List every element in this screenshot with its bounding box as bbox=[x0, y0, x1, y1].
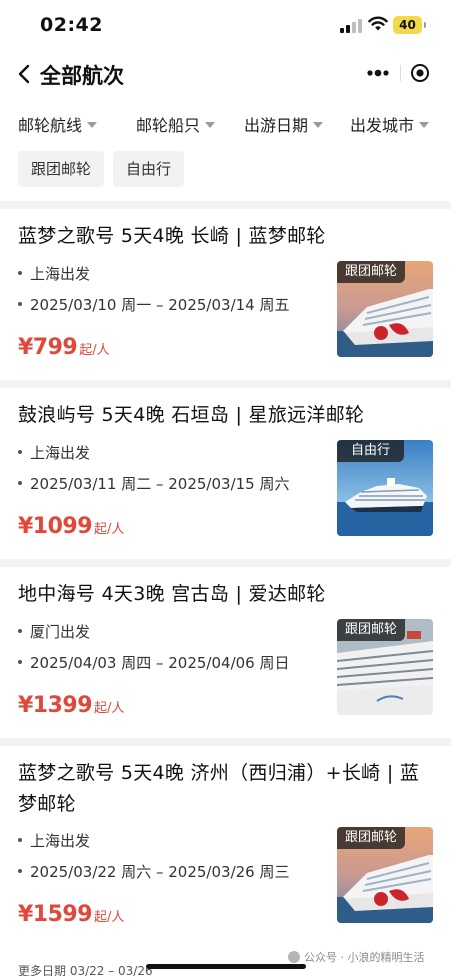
dates-text: 2025/04/03 周四 – 2025/04/06 周日 bbox=[30, 654, 290, 672]
dropdown-caret-icon bbox=[87, 121, 98, 128]
bullet-dot bbox=[18, 270, 22, 275]
dates-text: 2025/03/11 周二 – 2025/03/15 周六 bbox=[30, 475, 290, 493]
price-amount: ¥1599 bbox=[18, 902, 93, 927]
filter-travel-date[interactable]: 出游日期 bbox=[244, 112, 324, 136]
price-amount: ¥1099 bbox=[18, 514, 93, 539]
status-bar: 02:42 40 bbox=[0, 0, 451, 50]
dropdown-caret-icon bbox=[205, 121, 216, 128]
filter-departure-city[interactable]: 出发城市 bbox=[350, 112, 430, 136]
cruise-card[interactable]: 鼓浪屿号 5天4晚 石垣岛 | 星旅远洋邮轮 上海出发 2025/03/11 周… bbox=[0, 400, 451, 558]
departure-text: 厦门出发 bbox=[30, 623, 91, 641]
filter-bar: 邮轮航线 邮轮船只 出游日期 出发城市 bbox=[0, 108, 451, 140]
price-amount: ¥1399 bbox=[18, 693, 93, 718]
dropdown-caret-icon bbox=[419, 121, 430, 128]
home-indicator bbox=[146, 964, 306, 969]
departure-city: 上海出发 bbox=[18, 442, 90, 463]
bullet-dot bbox=[18, 868, 22, 873]
section-divider bbox=[0, 201, 451, 209]
price-amount: ¥799 bbox=[18, 335, 78, 360]
cruise-ship-image: 跟团邮轮 bbox=[337, 619, 433, 715]
tour-type-badge: 跟团邮轮 bbox=[337, 827, 406, 849]
filter-label: 邮轮航线 bbox=[18, 116, 83, 135]
bullet-dot bbox=[18, 449, 22, 454]
capsule-divider bbox=[400, 65, 401, 81]
filter-label: 邮轮船只 bbox=[136, 116, 201, 135]
departure-text: 上海出发 bbox=[30, 832, 91, 850]
departure-text: 上海出发 bbox=[30, 265, 91, 283]
bullet-dot bbox=[18, 837, 22, 842]
section-divider bbox=[0, 380, 451, 388]
travel-dates: 2025/04/03 周四 – 2025/04/06 周日 bbox=[18, 652, 289, 673]
wifi-icon bbox=[368, 16, 388, 31]
watermark-text: 公众号 · 小浪的精明生活 bbox=[304, 951, 425, 964]
travel-dates: 2025/03/10 周一 – 2025/03/14 周五 bbox=[18, 294, 289, 315]
chip-group-tour[interactable]: 跟团邮轮 bbox=[18, 151, 105, 187]
cruise-title: 鼓浪屿号 5天4晚 石垣岛 | 星旅远洋邮轮 bbox=[18, 404, 365, 426]
watermark: 公众号 · 小浪的精明生活 bbox=[288, 949, 425, 965]
bullet-dot bbox=[18, 301, 22, 306]
filter-label: 出发城市 bbox=[350, 116, 415, 135]
bullet-dot bbox=[18, 628, 22, 633]
cruise-ship-image: 跟团邮轮 bbox=[337, 827, 433, 923]
departure-city: 厦门出发 bbox=[18, 621, 90, 642]
price-suffix: 起/人 bbox=[94, 701, 125, 716]
section-divider bbox=[0, 559, 451, 567]
cruise-title: 地中海号 4天3晚 宫古岛 | 爱达邮轮 bbox=[18, 583, 326, 605]
page-title: 全部航次 bbox=[40, 64, 124, 88]
wechat-account-icon bbox=[288, 951, 300, 963]
more-options-icon[interactable] bbox=[363, 64, 393, 82]
cruise-title: 蓝梦之歌号 5天4晚 济州（西归浦）+长崎 | 蓝梦邮轮 bbox=[18, 762, 420, 815]
price: ¥1399 起/人 bbox=[18, 693, 124, 718]
price-suffix: 起/人 bbox=[79, 343, 110, 358]
dates-text: 2025/03/22 周六 – 2025/03/26 周三 bbox=[30, 863, 290, 881]
departure-text: 上海出发 bbox=[30, 444, 91, 462]
cruise-card[interactable]: 地中海号 4天3晚 宫古岛 | 爱达邮轮 厦门出发 2025/04/03 周四 … bbox=[0, 579, 451, 737]
travel-dates: 2025/03/22 周六 – 2025/03/26 周三 bbox=[18, 861, 289, 882]
nav-bar: 全部航次 bbox=[0, 50, 451, 98]
price: ¥1599 起/人 bbox=[18, 902, 124, 927]
filter-cruise-route[interactable]: 邮轮航线 bbox=[18, 112, 98, 136]
mini-program-capsule bbox=[355, 56, 441, 90]
dropdown-caret-icon bbox=[313, 121, 324, 128]
tour-type-badge: 自由行 bbox=[337, 440, 405, 462]
price: ¥799 起/人 bbox=[18, 335, 110, 360]
back-arrow-icon[interactable] bbox=[16, 64, 34, 84]
status-time: 02:42 bbox=[40, 14, 103, 36]
chip-independent-travel[interactable]: 自由行 bbox=[113, 151, 185, 187]
cruise-ship-image: 自由行 bbox=[337, 440, 433, 536]
cruise-ship-image: 跟团邮轮 bbox=[337, 261, 433, 357]
departure-city: 上海出发 bbox=[18, 263, 90, 284]
filter-label: 出游日期 bbox=[244, 116, 309, 135]
dates-text: 2025/03/10 周一 – 2025/03/14 周五 bbox=[30, 296, 290, 314]
battery-indicator: 40 bbox=[393, 16, 426, 34]
departure-city: 上海出发 bbox=[18, 830, 90, 851]
price-suffix: 起/人 bbox=[94, 522, 125, 537]
bullet-dot bbox=[18, 480, 22, 485]
section-divider bbox=[0, 738, 451, 746]
close-mini-program-icon[interactable] bbox=[410, 63, 430, 83]
cruise-card[interactable]: 蓝梦之歌号 5天4晚 济州（西归浦）+长崎 | 蓝梦邮轮 上海出发 2025/0… bbox=[0, 758, 451, 948]
filter-cruise-ship[interactable]: 邮轮船只 bbox=[136, 112, 216, 136]
cellular-signal-icon bbox=[340, 17, 362, 33]
travel-dates: 2025/03/11 周二 – 2025/03/15 周六 bbox=[18, 473, 289, 494]
tour-type-badge: 跟团邮轮 bbox=[337, 261, 406, 283]
price: ¥1099 起/人 bbox=[18, 514, 124, 539]
price-suffix: 起/人 bbox=[94, 910, 125, 925]
bullet-dot bbox=[18, 659, 22, 664]
tour-type-badge: 跟团邮轮 bbox=[337, 619, 406, 641]
more-dates-hint[interactable]: 更多日期 03/22 – 03/26 bbox=[18, 962, 153, 976]
cruise-card[interactable]: 蓝梦之歌号 5天4晚 长崎 | 蓝梦邮轮 上海出发 2025/03/10 周一 … bbox=[0, 221, 451, 379]
cruise-title: 蓝梦之歌号 5天4晚 长崎 | 蓝梦邮轮 bbox=[18, 225, 326, 247]
